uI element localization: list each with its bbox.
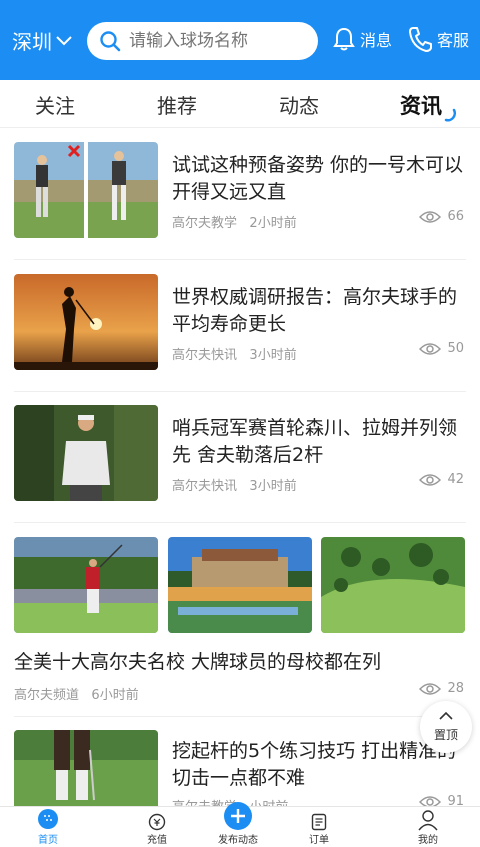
article-source: 高尔夫频道 [14, 688, 80, 703]
top-header: 深圳 消息 客服 [0, 0, 480, 80]
divider [14, 716, 466, 717]
article-source: 高尔夫快讯 [172, 348, 238, 363]
article-views: 50 [419, 341, 464, 356]
article-meta: 高尔夫快讯 3小时前 [172, 344, 297, 363]
bottom-navigation: 首页 充值 发布动态 订单 我的 [0, 802, 480, 847]
bell-icon [333, 27, 355, 51]
nav-recharge-label: 充值 [147, 835, 167, 846]
back-to-top-label: 置顶 [433, 728, 458, 742]
article-thumbnail [14, 405, 158, 501]
nav-orders-label: 订单 [309, 835, 329, 846]
back-to-top-button[interactable]: 置顶 [420, 701, 472, 753]
article-views: 28 [419, 681, 464, 696]
nav-recharge[interactable]: 充值 [127, 807, 187, 846]
article-meta: 高尔夫快讯 3小时前 [172, 475, 297, 494]
messages-button[interactable]: 消息 [333, 26, 392, 52]
article-thumbnail [14, 730, 158, 806]
loading-spinner-icon [444, 108, 456, 122]
article-image [14, 537, 158, 633]
messages-label: 消息 [360, 31, 393, 50]
search-box[interactable] [87, 22, 318, 60]
article-meta: 高尔夫频道 6小时前 [14, 684, 139, 703]
article-source: 高尔夫快讯 [172, 479, 238, 494]
article-title: 哨兵冠军赛首轮森川、拉姆并列领先 舍夫勒落后2杆 [172, 417, 458, 466]
user-icon [398, 807, 458, 831]
nav-home[interactable]: 首页 [18, 807, 78, 846]
search-input[interactable] [129, 31, 309, 51]
nav-home-label: 首页 [38, 835, 58, 846]
article-thumbnail [14, 274, 158, 370]
nav-publish[interactable]: 发布动态 [208, 802, 268, 846]
eye-icon [419, 682, 442, 695]
phone-icon [409, 27, 432, 52]
category-tabs: 关注 推荐 动态 资讯 [0, 80, 480, 128]
article-image [168, 537, 312, 633]
chevron-up-icon [439, 711, 453, 720]
home-golf-icon [18, 807, 78, 831]
views-count: 42 [447, 472, 464, 487]
article-time: 6小时前 [91, 688, 139, 703]
search-icon [100, 31, 121, 52]
chevron-down-icon [56, 35, 72, 45]
recharge-icon [127, 807, 187, 831]
views-count: 50 [447, 341, 464, 356]
article-image [321, 537, 465, 633]
orders-icon [289, 807, 349, 831]
nav-orders[interactable]: 订单 [289, 807, 349, 846]
tab-follow[interactable]: 关注 [35, 90, 75, 119]
add-post-icon [208, 802, 268, 831]
views-count: 28 [447, 681, 464, 696]
nav-publish-label: 发布动态 [218, 835, 258, 846]
article-time: 3小时前 [249, 348, 297, 363]
article-thumbnail [14, 142, 158, 238]
city-label: 深圳 [12, 30, 52, 54]
views-count: 66 [447, 209, 464, 224]
article-title: 试试这种预备姿势 你的一号木可以开得又远又直 [172, 154, 464, 203]
nav-profile-label: 我的 [418, 835, 438, 846]
article-time: 3小时前 [249, 479, 297, 494]
divider [14, 259, 466, 260]
service-label: 客服 [437, 31, 470, 50]
nav-profile[interactable]: 我的 [398, 807, 458, 846]
divider [14, 391, 466, 392]
city-selector[interactable]: 深圳 [12, 26, 72, 55]
tab-news[interactable]: 资讯 [400, 90, 442, 120]
tab-dynamic[interactable]: 动态 [279, 90, 319, 119]
article-views: 42 [419, 472, 464, 487]
article-title: 挖起杆的5个练习技巧 打出精准的切击一点都不难 [172, 740, 457, 789]
article-views: 66 [419, 209, 464, 224]
eye-icon [419, 473, 442, 486]
article-title: 全美十大高尔夫名校 大牌球员的母校都在列 [14, 651, 382, 673]
divider [14, 522, 466, 523]
customer-service-button[interactable]: 客服 [408, 26, 469, 52]
article-source: 高尔夫教学 [172, 216, 238, 231]
article-title: 世界权威调研报告：高尔夫球手的平均寿命更长 [172, 286, 458, 335]
article-time: 2小时前 [249, 216, 297, 231]
eye-icon [419, 342, 442, 355]
tab-recommend[interactable]: 推荐 [157, 90, 197, 119]
eye-icon [419, 210, 442, 223]
article-meta: 高尔夫教学 2小时前 [172, 212, 297, 231]
